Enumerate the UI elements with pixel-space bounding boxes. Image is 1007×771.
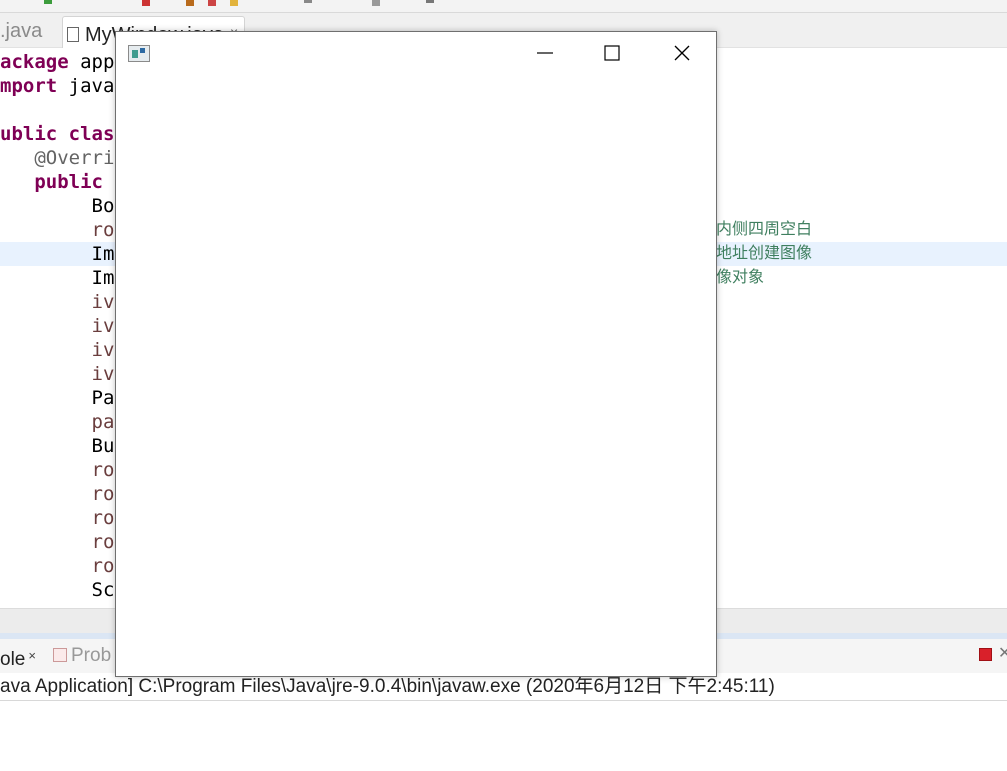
run-icon[interactable]	[44, 0, 52, 4]
toolbar-icon[interactable]	[372, 0, 380, 6]
code-token: roo	[0, 459, 126, 481]
toolbar-icon[interactable]	[186, 0, 194, 6]
maximize-icon[interactable]	[588, 32, 634, 74]
code-token: pan	[0, 411, 126, 433]
code-token: public	[34, 171, 103, 193]
code-token: roo	[0, 219, 126, 241]
code-token: Ima	[0, 243, 126, 265]
console-launch-info: ava Application] C:\Program Files\Java\j…	[0, 673, 1007, 701]
code-comment: 内侧四周空白	[716, 221, 813, 238]
code-token: ackage	[0, 51, 69, 73]
tab-prev-java[interactable]: .java	[0, 16, 42, 47]
window-titlebar[interactable]	[116, 32, 716, 74]
java-file-icon	[67, 27, 79, 42]
window-content[interactable]	[116, 74, 716, 676]
problems-icon	[53, 648, 67, 662]
code-token: Pan	[0, 387, 126, 409]
minimize-icon[interactable]	[520, 32, 566, 74]
toolbar-icon[interactable]	[426, 0, 434, 3]
app-window[interactable]	[115, 31, 717, 677]
code-token: mport	[0, 75, 58, 97]
code-token: Bor	[0, 195, 126, 217]
code-comment: 像对象	[716, 269, 765, 286]
code-comment: 地址创建图像	[716, 245, 813, 262]
terminate-toolbar-icon[interactable]	[142, 0, 150, 6]
toolbar-icon[interactable]	[304, 0, 312, 3]
terminate-icon[interactable]	[979, 648, 992, 661]
code-token: roo	[0, 507, 126, 529]
code-token: java	[57, 75, 115, 97]
code-token: roo	[0, 483, 126, 505]
code-token: Ima	[0, 267, 126, 289]
code-token: But	[0, 435, 126, 457]
code-token: iv.	[0, 339, 126, 361]
remove-launch-icon[interactable]: ✕	[998, 643, 1007, 663]
code-token: roo	[0, 555, 126, 577]
toolbar-icon[interactable]	[230, 0, 238, 6]
main-toolbar	[0, 0, 1007, 13]
code-token: @Overri	[0, 147, 115, 169]
console-output[interactable]	[0, 701, 1007, 771]
code-token: iv.	[0, 291, 126, 313]
tab-console[interactable]: ole ×	[0, 639, 36, 673]
code-token: iv.	[0, 363, 126, 385]
code-token: roo	[0, 531, 126, 553]
toolbar-icon[interactable]	[208, 0, 216, 6]
code-token: app	[68, 51, 115, 73]
close-icon[interactable]	[659, 32, 705, 74]
console-tab-close-icon[interactable]: ×	[28, 648, 36, 663]
javafx-window-icon	[128, 45, 150, 62]
code-token: ublic clas	[0, 123, 115, 145]
tab-problems[interactable]: Prob	[53, 639, 111, 673]
code-token: iv.	[0, 315, 126, 337]
code-token: Sce	[0, 579, 126, 601]
